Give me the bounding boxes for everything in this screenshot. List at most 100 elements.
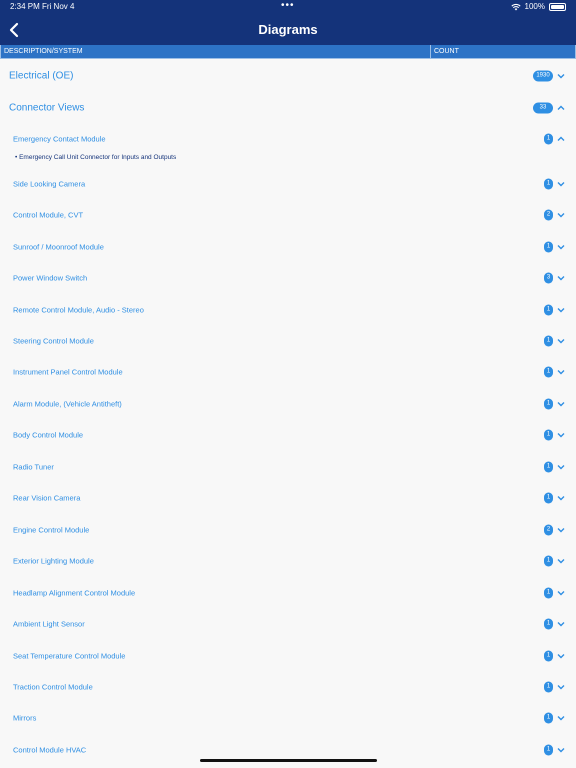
- count-badge: 1: [544, 461, 553, 473]
- subcategory-row[interactable]: Engine Control Module 2: [0, 517, 576, 543]
- chevron-down-icon[interactable]: [557, 590, 565, 596]
- subcategory-row[interactable]: Seat Temperature Control Module 1: [0, 643, 576, 669]
- home-indicator[interactable]: [200, 759, 377, 762]
- page-title: Diagrams: [258, 22, 318, 37]
- count-badge: 1: [544, 335, 553, 347]
- subcategory-row[interactable]: Headlamp Alignment Control Module 1: [0, 580, 576, 606]
- count-badge: 1: [544, 744, 553, 756]
- chevron-down-icon[interactable]: [557, 684, 565, 690]
- subcategory-label: Radio Tuner: [13, 462, 54, 472]
- subcategory-label: Rear Vision Camera: [13, 493, 81, 503]
- count-badge: 33: [533, 102, 553, 114]
- subcategory-label: Control Module HVAC: [13, 745, 87, 755]
- subcategory-label: Power Window Switch: [13, 273, 88, 283]
- column-header-description: DESCRIPTION/SYSTEM: [0, 45, 431, 59]
- chevron-up-icon[interactable]: [557, 136, 565, 142]
- subcategory-label: Side Looking Camera: [13, 179, 86, 189]
- subcategory-row[interactable]: Alarm Module, (Vehicle Antitheft) 1: [0, 391, 576, 417]
- chevron-down-icon[interactable]: [557, 558, 565, 564]
- chevron-down-icon[interactable]: [557, 307, 565, 313]
- subcategory-label: Traction Control Module: [13, 682, 93, 692]
- category-label: Electrical (OE): [9, 70, 74, 82]
- subcategory-label: Alarm Module, (Vehicle Antitheft): [13, 399, 122, 409]
- count-badge: 1: [544, 241, 553, 253]
- subcategory-label: Engine Control Module: [13, 525, 90, 535]
- chevron-down-icon[interactable]: [557, 495, 565, 501]
- chevron-down-icon[interactable]: [557, 73, 565, 79]
- subcategory-row[interactable]: Instrument Panel Control Module 1: [0, 359, 576, 385]
- subcategory-row[interactable]: Ambient Light Sensor 1: [0, 611, 576, 637]
- subcategory-row[interactable]: Mirrors 1: [0, 705, 576, 731]
- chevron-down-icon[interactable]: [557, 244, 565, 250]
- chevron-up-icon[interactable]: [557, 105, 565, 111]
- subcategory-label: Ambient Light Sensor: [13, 619, 85, 629]
- chevron-down-icon[interactable]: [557, 715, 565, 721]
- subcategory-label: Mirrors: [13, 713, 37, 723]
- count-badge: 1930: [533, 70, 553, 82]
- column-headers: DESCRIPTION/SYSTEM COUNT: [0, 45, 576, 59]
- count-badge: 1: [544, 681, 553, 693]
- chevron-down-icon[interactable]: [557, 653, 565, 659]
- chevron-down-icon[interactable]: [557, 747, 565, 753]
- subcategory-row[interactable]: Radio Tuner 1: [0, 454, 576, 480]
- category-row[interactable]: Electrical (OE) 1930: [0, 63, 576, 89]
- chevron-down-icon[interactable]: [557, 401, 565, 407]
- count-badge: 1: [544, 366, 553, 378]
- status-right: 100%: [510, 0, 566, 14]
- battery-icon: [549, 3, 566, 11]
- subcategory-row[interactable]: Side Looking Camera 1: [0, 171, 576, 197]
- subcategory-label: Exterior Lighting Module: [13, 556, 94, 566]
- subcategory-row[interactable]: Traction Control Module 1: [0, 674, 576, 700]
- count-badge: 1: [544, 492, 553, 504]
- subcategory-row[interactable]: Power Window Switch 3: [0, 265, 576, 291]
- chevron-down-icon[interactable]: [557, 181, 565, 187]
- count-badge: 1: [544, 587, 553, 599]
- chevron-down-icon[interactable]: [557, 212, 565, 218]
- subcategory-row[interactable]: Sunroof / Moonroof Module 1: [0, 234, 576, 260]
- subcategory-row[interactable]: Remote Control Module, Audio - Stereo 1: [0, 297, 576, 323]
- top-bar: 2:34 PM Fri Nov 4 ••• 100% Diagrams: [0, 0, 576, 46]
- subcategory-row[interactable]: Exterior Lighting Module 1: [0, 548, 576, 574]
- count-badge: 1: [544, 398, 553, 410]
- subcategory-row[interactable]: Emergency Contact Module 1: [0, 126, 576, 152]
- subcategory-label: Emergency Contact Module: [13, 134, 106, 144]
- status-time: 2:34 PM: [10, 2, 40, 11]
- subcategory-label: Instrument Panel Control Module: [13, 367, 123, 377]
- chevron-down-icon[interactable]: [557, 621, 565, 627]
- count-badge: 1: [544, 304, 553, 316]
- count-badge: 2: [544, 209, 553, 221]
- multitasking-dots[interactable]: •••: [281, 0, 295, 12]
- chevron-down-icon[interactable]: [557, 338, 565, 344]
- chevron-down-icon[interactable]: [557, 275, 565, 281]
- subcategory-row[interactable]: Body Control Module 1: [0, 422, 576, 448]
- subcategory-label: Sunroof / Moonroof Module: [13, 242, 104, 252]
- count-badge: 2: [544, 524, 553, 536]
- chevron-down-icon[interactable]: [557, 432, 565, 438]
- count-badge: 1: [544, 555, 553, 567]
- subcategory-label: Remote Control Module, Audio - Stereo: [13, 305, 144, 315]
- count-badge: 1: [544, 133, 553, 145]
- wifi-icon: [510, 4, 521, 11]
- status-date: Fri Nov 4: [42, 2, 75, 11]
- subcategory-row[interactable]: Steering Control Module 1: [0, 328, 576, 354]
- subcategory-label: Body Control Module: [13, 430, 84, 440]
- subcategory-label: Steering Control Module: [13, 336, 94, 346]
- subcategory-row[interactable]: Control Module, CVT 2: [0, 202, 576, 228]
- count-badge: 1: [544, 712, 553, 724]
- subcategory-row[interactable]: Rear Vision Camera 1: [0, 485, 576, 511]
- battery-percent: 100%: [524, 2, 545, 11]
- count-badge: 3: [544, 272, 553, 284]
- chevron-down-icon[interactable]: [557, 527, 565, 533]
- count-badge: 1: [544, 650, 553, 662]
- column-header-count: COUNT: [431, 45, 576, 59]
- category-label: Connector Views: [9, 102, 85, 114]
- chevron-down-icon[interactable]: [557, 464, 565, 470]
- diagram-link-emergency-call-unit[interactable]: • Emergency Call Unit Connector for Inpu…: [15, 154, 176, 161]
- subcategory-label: Seat Temperature Control Module: [13, 651, 126, 661]
- count-badge: 1: [544, 429, 553, 441]
- status-bar: 2:34 PM Fri Nov 4 ••• 100%: [0, 0, 576, 14]
- category-row[interactable]: Connector Views 33: [0, 95, 576, 121]
- chevron-down-icon[interactable]: [557, 369, 565, 375]
- count-badge: 1: [544, 618, 553, 630]
- subcategory-label: Control Module, CVT: [13, 210, 84, 220]
